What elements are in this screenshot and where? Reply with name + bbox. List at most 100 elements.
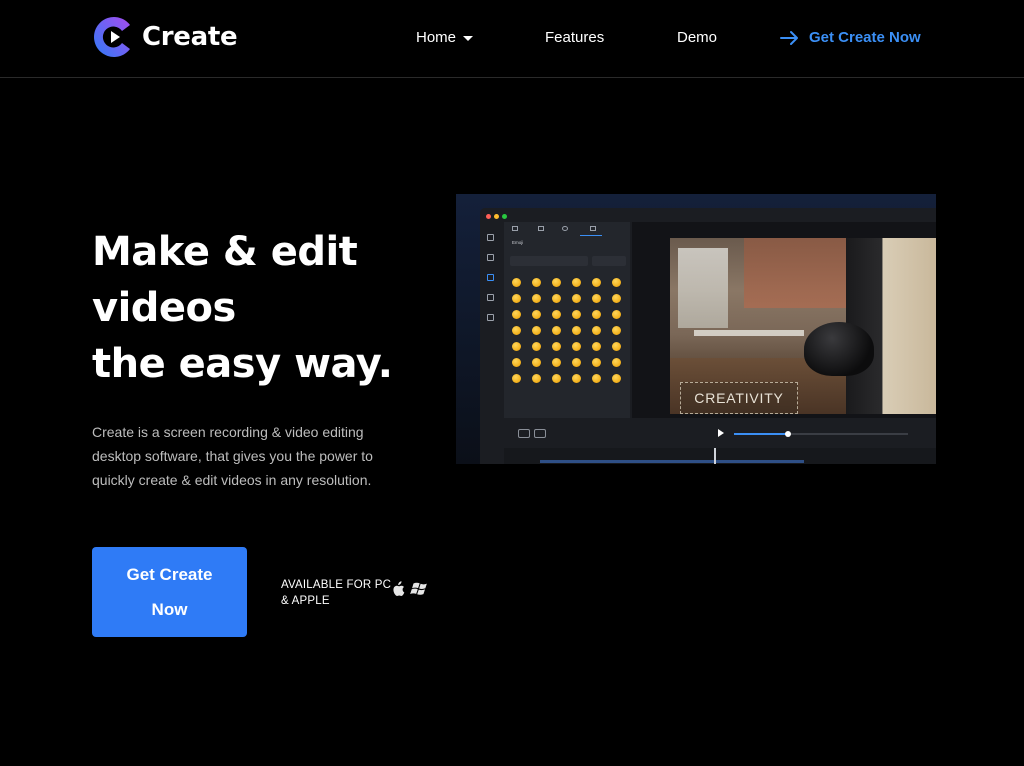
media-icon <box>487 274 494 281</box>
hero-description: Create is a screen recording & video edi… <box>92 424 373 488</box>
split-icon <box>518 429 530 438</box>
delete-icon <box>534 429 546 438</box>
editor-window: Emoji CREATIVITY <box>480 208 936 464</box>
emoji-item-icon <box>512 358 521 367</box>
window-controls <box>486 214 507 219</box>
emoji-item-icon <box>612 294 621 303</box>
nav-demo[interactable]: Demo <box>677 28 717 48</box>
emoji-item-icon <box>532 342 541 351</box>
availability-text: AVAILABLE FOR PC & APPLE <box>281 579 392 607</box>
brand-name: Create <box>142 22 238 52</box>
hero-title-line-3: the easy way. <box>92 341 393 387</box>
nav-get-create-now[interactable]: Get Create Now <box>780 28 921 48</box>
emoji-panel: Emoji <box>504 222 630 418</box>
emoji-item-icon <box>532 278 541 287</box>
shape-tab-icon <box>590 226 596 231</box>
video-person <box>846 238 936 414</box>
video-helmet <box>804 322 874 376</box>
get-create-now-button[interactable]: Get Create Now <box>92 547 247 637</box>
close-dot-icon <box>486 214 491 219</box>
hero-title-line-2: videos <box>92 285 236 331</box>
nav-home[interactable]: Home <box>416 28 474 48</box>
emoji-panel-label: Emoji <box>512 240 524 245</box>
image-tab-icon <box>538 226 544 231</box>
emoji-tab-icon <box>562 226 568 231</box>
emoji-item-icon <box>552 310 561 319</box>
nav-home-label: Home <box>416 29 457 46</box>
add-icon <box>487 234 494 241</box>
emoji-item-icon <box>592 310 601 319</box>
folder-icon <box>487 254 494 261</box>
emoji-item-icon <box>512 374 521 383</box>
audio-icon <box>487 294 494 301</box>
emoji-item-icon <box>612 374 621 383</box>
windows-icon <box>410 582 427 595</box>
emoji-item-icon <box>612 358 621 367</box>
emoji-item-icon <box>552 374 561 383</box>
export-icon <box>487 314 494 321</box>
emoji-item-icon <box>512 342 521 351</box>
hero-title-line-1: Make & edit <box>92 229 358 275</box>
emoji-item-icon <box>612 310 621 319</box>
create-logo-icon <box>94 17 130 57</box>
emoji-item-icon <box>552 278 561 287</box>
timeline-clip-bar <box>540 460 804 463</box>
hero-title: Make & edit videos the easy way. <box>92 224 432 392</box>
text-tab-icon <box>512 226 518 231</box>
emoji-item-icon <box>512 310 521 319</box>
emoji-item-icon <box>552 326 561 335</box>
emoji-search-input <box>510 256 588 266</box>
emoji-item-icon <box>532 310 541 319</box>
logo-link[interactable]: Create <box>92 13 238 61</box>
emoji-item-icon <box>572 310 581 319</box>
emoji-item-icon <box>592 326 601 335</box>
playback-progress-knob <box>784 431 791 437</box>
editor-tool-rail <box>480 222 502 432</box>
emoji-item-icon <box>612 278 621 287</box>
apple-icon <box>393 581 405 596</box>
timeline-playhead <box>714 448 716 464</box>
platform-icons <box>391 581 428 597</box>
emoji-item-icon <box>592 278 601 287</box>
emoji-item-icon <box>572 294 581 303</box>
emoji-item-icon <box>572 342 581 351</box>
chevron-down-icon <box>463 35 474 41</box>
emoji-item-icon <box>572 358 581 367</box>
nav-features[interactable]: Features <box>545 28 604 48</box>
play-icon <box>718 429 724 437</box>
video-desk <box>694 330 804 336</box>
emoji-item-icon <box>552 294 561 303</box>
emoji-item-icon <box>512 278 521 287</box>
emoji-item-icon <box>532 358 541 367</box>
arrow-right-icon <box>780 31 798 45</box>
emoji-item-icon <box>572 374 581 383</box>
video-window-area <box>678 248 728 328</box>
emoji-item-icon <box>592 342 601 351</box>
minimize-dot-icon <box>494 214 499 219</box>
top-navbar: Create Home Features Demo Get Create Now <box>0 0 1024 78</box>
playback-progress-track <box>734 431 908 437</box>
emoji-item-icon <box>512 294 521 303</box>
emoji-item-icon <box>572 326 581 335</box>
emoji-item-icon <box>592 358 601 367</box>
emoji-item-icon <box>612 326 621 335</box>
playback-controls <box>504 422 936 446</box>
emoji-item-icon <box>532 374 541 383</box>
panel-tabs <box>504 222 630 236</box>
playback-progress-fill <box>734 433 788 435</box>
emoji-item-icon <box>572 278 581 287</box>
emoji-item-icon <box>552 342 561 351</box>
emoji-item-icon <box>532 326 541 335</box>
active-tab-indicator <box>580 235 602 236</box>
emoji-item-icon <box>592 294 601 303</box>
landing-page: Create Home Features Demo Get Create Now… <box>0 0 1024 766</box>
nav-cta-label: Get Create Now <box>809 29 921 46</box>
maximize-dot-icon <box>502 214 507 219</box>
app-preview-screenshot: Emoji CREATIVITY <box>456 194 936 464</box>
emoji-item-icon <box>612 342 621 351</box>
emoji-item-icon <box>532 294 541 303</box>
video-brick-wall <box>744 238 854 308</box>
emoji-set-select <box>592 256 626 266</box>
editor-timeline <box>504 448 936 464</box>
video-caption-overlay: CREATIVITY <box>680 382 798 414</box>
